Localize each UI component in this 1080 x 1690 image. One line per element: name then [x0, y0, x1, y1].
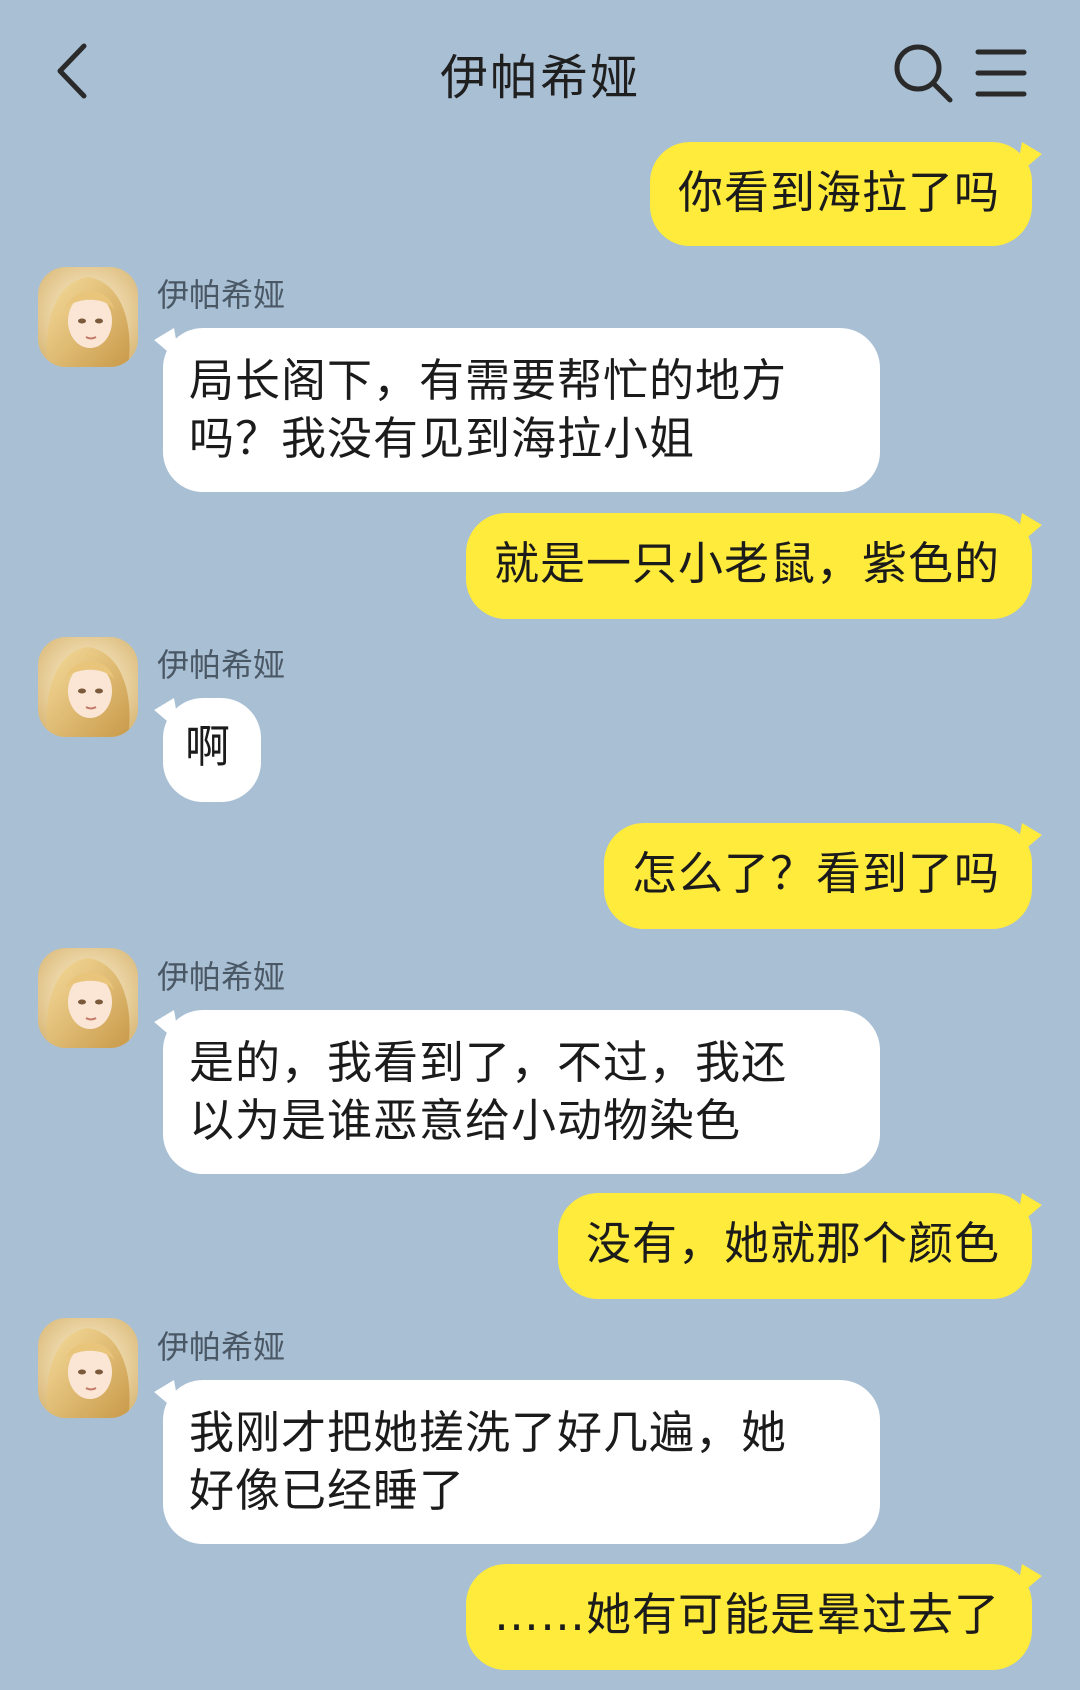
- message-text: 就是一只小老鼠，紫色的: [493, 537, 1000, 590]
- search-icon[interactable]: [890, 40, 956, 106]
- message-text: 没有，她就那个颜色: [585, 1217, 1000, 1270]
- outgoing-message[interactable]: ……她有可能是晕过去了: [465, 1564, 1032, 1670]
- message-text: 怎么了？看到了吗: [631, 847, 1000, 900]
- outgoing-message[interactable]: 怎么了？看到了吗: [603, 823, 1032, 929]
- sender-name: 伊帕希娅: [157, 1328, 286, 1366]
- message-text: ……她有可能是晕过去了: [493, 1588, 1000, 1641]
- incoming-message[interactable]: 啊: [163, 698, 261, 802]
- sender-name: 伊帕希娅: [157, 276, 286, 314]
- message-line: 局长阁下，有需要帮忙的地方: [189, 354, 788, 407]
- message-line: 吗？我没有见到海拉小姐: [189, 412, 696, 465]
- avatar[interactable]: [38, 1318, 138, 1418]
- avatar[interactable]: [38, 948, 138, 1048]
- sender-name: 伊帕希娅: [157, 958, 286, 996]
- outgoing-message[interactable]: 没有，她就那个颜色: [557, 1193, 1032, 1299]
- incoming-message[interactable]: 局长阁下，有需要帮忙的地方 吗？我没有见到海拉小姐: [163, 328, 880, 492]
- outgoing-message[interactable]: 你看到海拉了吗: [649, 142, 1032, 246]
- incoming-message[interactable]: 我刚才把她搓洗了好几遍，她 好像已经睡了: [163, 1380, 880, 1544]
- message-line: 以为是谁恶意给小动物染色: [189, 1094, 742, 1147]
- sender-name: 伊帕希娅: [157, 646, 286, 684]
- incoming-message[interactable]: 是的，我看到了，不过，我还 以为是谁恶意给小动物染色: [163, 1010, 880, 1174]
- chat-header: 伊帕希娅: [0, 0, 1080, 140]
- avatar[interactable]: [38, 267, 138, 367]
- outgoing-message[interactable]: 就是一只小老鼠，紫色的: [465, 513, 1032, 619]
- message-line: 啊: [185, 720, 232, 773]
- message-line: 我刚才把她搓洗了好几遍，她: [189, 1406, 788, 1459]
- message-line: 是的，我看到了，不过，我还: [189, 1036, 788, 1089]
- menu-icon[interactable]: [972, 44, 1030, 102]
- avatar[interactable]: [38, 637, 138, 737]
- message-line: 好像已经睡了: [189, 1464, 466, 1517]
- message-text: 你看到海拉了吗: [677, 166, 1000, 219]
